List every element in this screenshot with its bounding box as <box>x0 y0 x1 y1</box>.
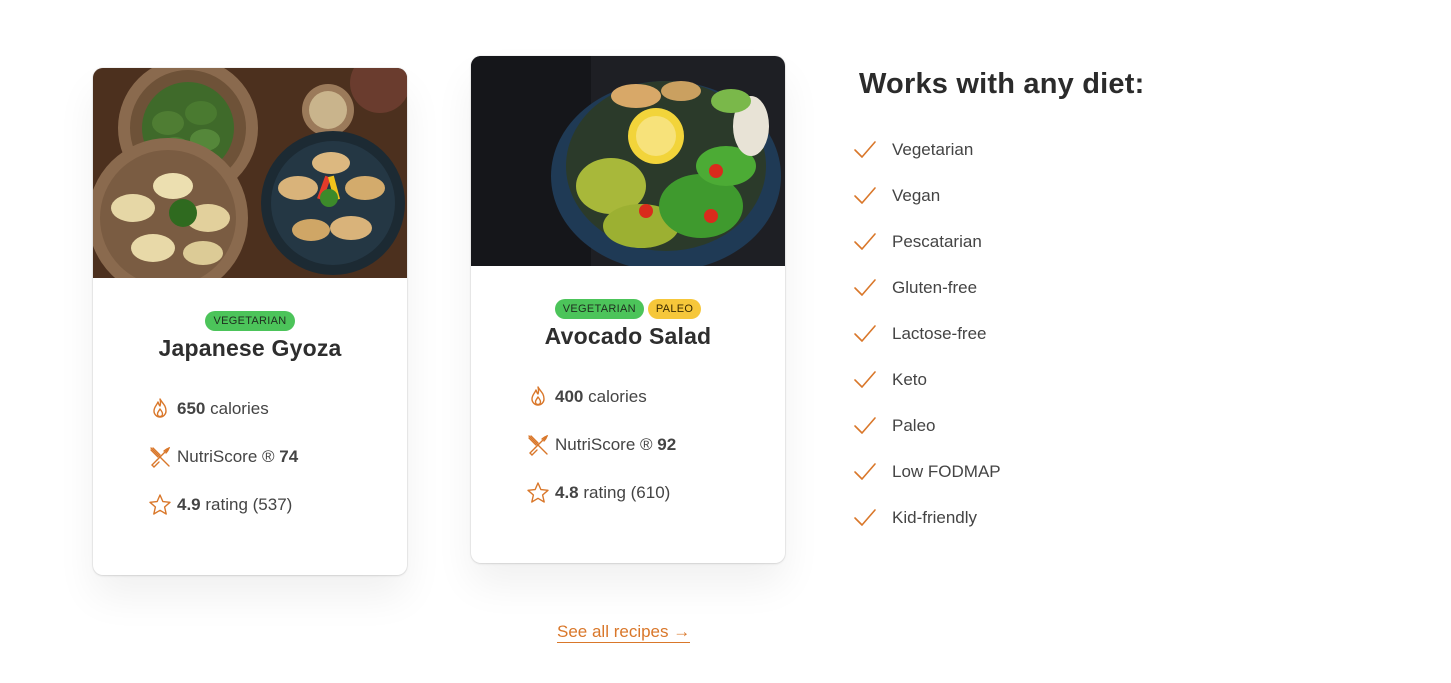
calories-label: calories <box>588 387 647 406</box>
check-icon <box>853 414 877 438</box>
calories-label: calories <box>210 399 269 418</box>
star-icon <box>526 481 550 505</box>
rating-value: 4.8 <box>555 483 579 502</box>
star-icon <box>148 493 172 517</box>
diet-item-label: Lactose-free <box>892 324 987 343</box>
diet-item-label: Keto <box>892 370 927 389</box>
recipe-title[interactable]: Avocado Salad <box>545 323 712 350</box>
diet-list: Vegetarian Vegan Pescatarian Gluten-free Lac… <box>853 127 1001 541</box>
calories-stat: 650 calories <box>148 385 407 433</box>
diet-item-label: Low FODMAP <box>892 462 1001 481</box>
rating-stat: 4.9 rating (537) <box>148 481 407 529</box>
recipe-stats: 400 calories NutriScore ® 92 4.8 rating … <box>471 373 785 517</box>
check-icon <box>853 506 877 530</box>
nutriscore-label: NutriScore ® <box>555 435 653 454</box>
diet-item: Low FODMAP <box>853 449 1001 495</box>
utensils-icon <box>148 445 172 469</box>
diet-item-label: Vegetarian <box>892 140 974 159</box>
diet-item: Keto <box>853 357 1001 403</box>
diet-item-label: Gluten-free <box>892 278 978 297</box>
tag-vegetarian: VEGETARIAN <box>205 311 295 331</box>
diet-item: Paleo <box>853 403 1001 449</box>
check-icon <box>853 138 877 162</box>
rating-value: 4.9 <box>177 495 201 514</box>
diet-item: Vegetarian <box>853 127 1001 173</box>
check-icon <box>853 230 877 254</box>
calories-value: 650 <box>177 399 206 418</box>
diet-tags: VEGETARIAN PALEO <box>554 299 702 319</box>
diet-item: Gluten-free <box>853 265 1001 311</box>
diet-item-label: Paleo <box>892 416 936 435</box>
recipe-stats: 650 calories NutriScore ® 74 4.9 rating … <box>93 385 407 529</box>
calories-value: 400 <box>555 387 584 406</box>
see-all-recipes-link[interactable]: See all recipes → <box>557 622 691 643</box>
nutriscore-label: NutriScore ® <box>177 447 275 466</box>
nutriscore-stat: NutriScore ® 92 <box>526 421 785 469</box>
recipe-title[interactable]: Japanese Gyoza <box>158 335 341 362</box>
recipe-card-avocado-salad[interactable]: VEGETARIAN PALEO Avocado Salad 400 calor… <box>471 56 785 563</box>
flame-icon <box>148 397 172 421</box>
diet-item: Vegan <box>853 173 1001 219</box>
diet-tags: VEGETARIAN <box>205 311 295 331</box>
calories-stat: 400 calories <box>526 373 785 421</box>
diet-item-label: Kid-friendly <box>892 508 978 527</box>
diet-item: Lactose-free <box>853 311 1001 357</box>
check-icon <box>853 460 877 484</box>
recipe-card-body: VEGETARIAN PALEO Avocado Salad 400 calor… <box>471 266 785 517</box>
check-icon <box>853 322 877 346</box>
rating-label: rating (537) <box>205 495 293 514</box>
diet-section-title: Works with any diet: <box>859 68 1145 100</box>
rating-label: rating (610) <box>583 483 671 502</box>
recipe-card-japanese-gyoza[interactable]: VEGETARIAN Japanese Gyoza 650 calories N… <box>93 68 407 575</box>
recipe-card-body: VEGETARIAN Japanese Gyoza 650 calories N… <box>93 278 407 529</box>
diet-item: Kid-friendly <box>853 495 1001 541</box>
nutriscore-value: 92 <box>657 435 677 454</box>
check-icon <box>853 276 877 300</box>
tag-paleo: PALEO <box>647 299 702 319</box>
check-icon <box>853 368 877 392</box>
tag-vegetarian: VEGETARIAN <box>554 299 644 319</box>
rating-stat: 4.8 rating (610) <box>526 469 785 517</box>
nutriscore-value: 74 <box>279 447 299 466</box>
nutriscore-stat: NutriScore ® 74 <box>148 433 407 481</box>
flame-icon <box>526 385 550 409</box>
utensils-icon <box>526 433 550 457</box>
recipe-image <box>471 56 785 266</box>
diet-item-label: Vegan <box>892 186 941 205</box>
check-icon <box>853 184 877 208</box>
recipe-image <box>93 68 407 278</box>
diet-item: Pescatarian <box>853 219 1001 265</box>
diet-item-label: Pescatarian <box>892 232 982 251</box>
